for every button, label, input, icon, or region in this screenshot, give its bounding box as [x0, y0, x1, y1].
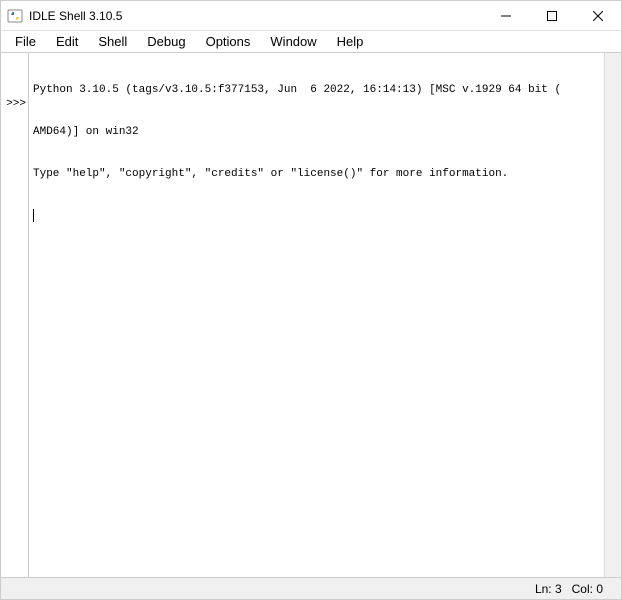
status-col: Col: 0: [572, 582, 603, 596]
prompt-gutter: >>>: [1, 53, 29, 577]
input-line[interactable]: [33, 209, 600, 223]
vertical-scrollbar[interactable]: [604, 53, 621, 577]
gutter-blank: [1, 69, 28, 83]
banner-line: Type "help", "copyright", "credits" or "…: [33, 167, 600, 181]
menu-window[interactable]: Window: [260, 32, 326, 51]
window-title: IDLE Shell 3.10.5: [29, 9, 483, 23]
menu-help[interactable]: Help: [327, 32, 374, 51]
statusbar: Ln: 3 Col: 0: [1, 577, 621, 599]
window-controls: [483, 1, 621, 30]
menu-debug[interactable]: Debug: [137, 32, 195, 51]
menu-shell[interactable]: Shell: [88, 32, 137, 51]
minimize-button[interactable]: [483, 1, 529, 30]
status-line: Ln: 3: [535, 582, 562, 596]
gutter-blank: [1, 55, 28, 69]
menu-file[interactable]: File: [5, 32, 46, 51]
menubar: File Edit Shell Debug Options Window Hel…: [1, 31, 621, 53]
shell-editor[interactable]: Python 3.10.5 (tags/v3.10.5:f377153, Jun…: [29, 53, 604, 577]
python-idle-icon: [7, 8, 23, 24]
titlebar: IDLE Shell 3.10.5: [1, 1, 621, 31]
shell-content: >>> Python 3.10.5 (tags/v3.10.5:f377153,…: [1, 53, 621, 577]
banner-line: AMD64)] on win32: [33, 125, 600, 139]
menu-edit[interactable]: Edit: [46, 32, 88, 51]
gutter-blank: [1, 83, 28, 97]
text-cursor: [33, 209, 34, 222]
prompt: >>>: [1, 97, 28, 111]
menu-options[interactable]: Options: [196, 32, 261, 51]
banner-line: Python 3.10.5 (tags/v3.10.5:f377153, Jun…: [33, 83, 600, 97]
close-button[interactable]: [575, 1, 621, 30]
maximize-button[interactable]: [529, 1, 575, 30]
